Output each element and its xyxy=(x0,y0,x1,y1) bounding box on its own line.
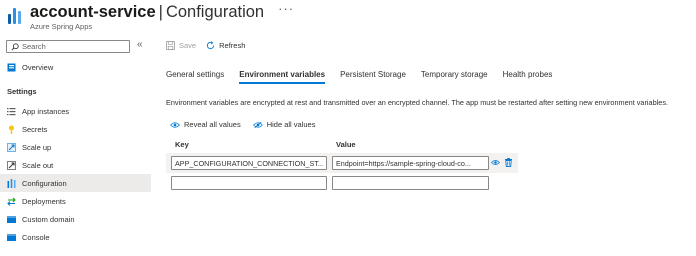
overview-icon xyxy=(7,63,16,72)
sidebar: « Overview Settings App instances Secret… xyxy=(0,36,151,256)
env-key-field[interactable] xyxy=(171,156,327,170)
search-box[interactable] xyxy=(6,40,130,53)
value-column-header: Value xyxy=(336,140,356,149)
new-value-field[interactable] xyxy=(332,176,489,190)
reveal-all-values-button[interactable]: Reveal all values xyxy=(170,120,241,129)
save-button[interactable]: Save xyxy=(166,41,196,50)
sidebar-item-app-instances[interactable]: App instances xyxy=(0,102,151,120)
sidebar-section-settings: Settings xyxy=(7,87,37,96)
sidebar-item-console[interactable]: Console xyxy=(0,228,151,246)
resource-name: account-service xyxy=(30,3,156,21)
settings-tabs: General settings Environment variables P… xyxy=(166,70,567,84)
sidebar-item-configuration[interactable]: Configuration xyxy=(0,174,151,192)
info-message: Environment variables are encrypted at r… xyxy=(166,98,668,107)
page-title: account-service | Configuration ··· xyxy=(30,1,294,22)
env-value-field[interactable] xyxy=(332,156,489,170)
sidebar-item-label: App instances xyxy=(22,106,70,116)
blade-header: account-service | Configuration ··· Azur… xyxy=(0,0,696,36)
spring-apps-logo-icon xyxy=(8,8,22,24)
refresh-label: Refresh xyxy=(219,41,246,50)
search-icon xyxy=(11,42,19,51)
sidebar-item-scale-out[interactable]: Scale out xyxy=(0,156,151,174)
custom-domain-icon xyxy=(7,215,16,224)
sidebar-item-label: Configuration xyxy=(22,178,67,188)
command-bar: Save Refresh xyxy=(166,41,255,50)
scale-up-icon xyxy=(7,142,16,152)
tab-general-settings[interactable]: General settings xyxy=(166,70,224,83)
sidebar-item-secrets[interactable]: Secrets xyxy=(0,120,151,138)
show-value-eye-icon[interactable] xyxy=(491,158,500,167)
eye-icon xyxy=(170,121,180,128)
deployments-icon xyxy=(7,197,16,206)
reveal-all-label: Reveal all values xyxy=(184,120,241,129)
sidebar-item-label: Deployments xyxy=(22,196,66,206)
sidebar-item-custom-domain[interactable]: Custom domain xyxy=(0,210,151,228)
list-icon xyxy=(7,107,16,116)
title-separator: | xyxy=(158,3,163,21)
configuration-icon xyxy=(7,178,16,188)
sidebar-item-overview[interactable]: Overview xyxy=(0,58,151,76)
tab-temporary-storage[interactable]: Temporary storage xyxy=(421,70,488,83)
delete-icon[interactable] xyxy=(504,158,513,167)
page-name: Configuration xyxy=(165,3,265,21)
collapse-sidebar-icon[interactable]: « xyxy=(137,39,143,50)
more-options-icon[interactable]: ··· xyxy=(278,1,294,16)
tab-environment-variables[interactable]: Environment variables xyxy=(239,70,325,84)
save-label: Save xyxy=(179,41,197,50)
tab-health-probes[interactable]: Health probes xyxy=(503,70,553,83)
eye-hide-icon xyxy=(252,121,263,128)
sidebar-item-label: Console xyxy=(22,232,50,242)
sidebar-item-deployments[interactable]: Deployments xyxy=(0,192,151,210)
sidebar-item-label: Scale out xyxy=(22,160,54,170)
sidebar-item-label: Custom domain xyxy=(22,214,75,224)
tab-persistent-storage[interactable]: Persistent Storage xyxy=(340,70,406,83)
hide-all-values-button[interactable]: Hide all values xyxy=(252,120,316,129)
console-icon xyxy=(7,233,16,242)
sidebar-item-label: Secrets xyxy=(22,124,48,134)
value-visibility-actions: Reveal all values Hide all values xyxy=(170,120,327,129)
sidebar-item-scale-up[interactable]: Scale up xyxy=(0,138,151,156)
save-icon xyxy=(166,41,175,50)
sidebar-item-label: Overview xyxy=(22,62,54,72)
scale-out-icon xyxy=(7,160,16,170)
new-key-field[interactable] xyxy=(171,176,327,190)
key-icon xyxy=(7,125,16,134)
hide-all-label: Hide all values xyxy=(266,120,316,129)
search-input[interactable] xyxy=(22,42,122,51)
sidebar-item-label: Scale up xyxy=(22,142,52,152)
resource-type-subtitle: Azure Spring Apps xyxy=(30,22,93,31)
refresh-icon xyxy=(207,41,215,50)
refresh-button[interactable]: Refresh xyxy=(206,41,245,50)
key-column-header: Key xyxy=(175,140,189,149)
